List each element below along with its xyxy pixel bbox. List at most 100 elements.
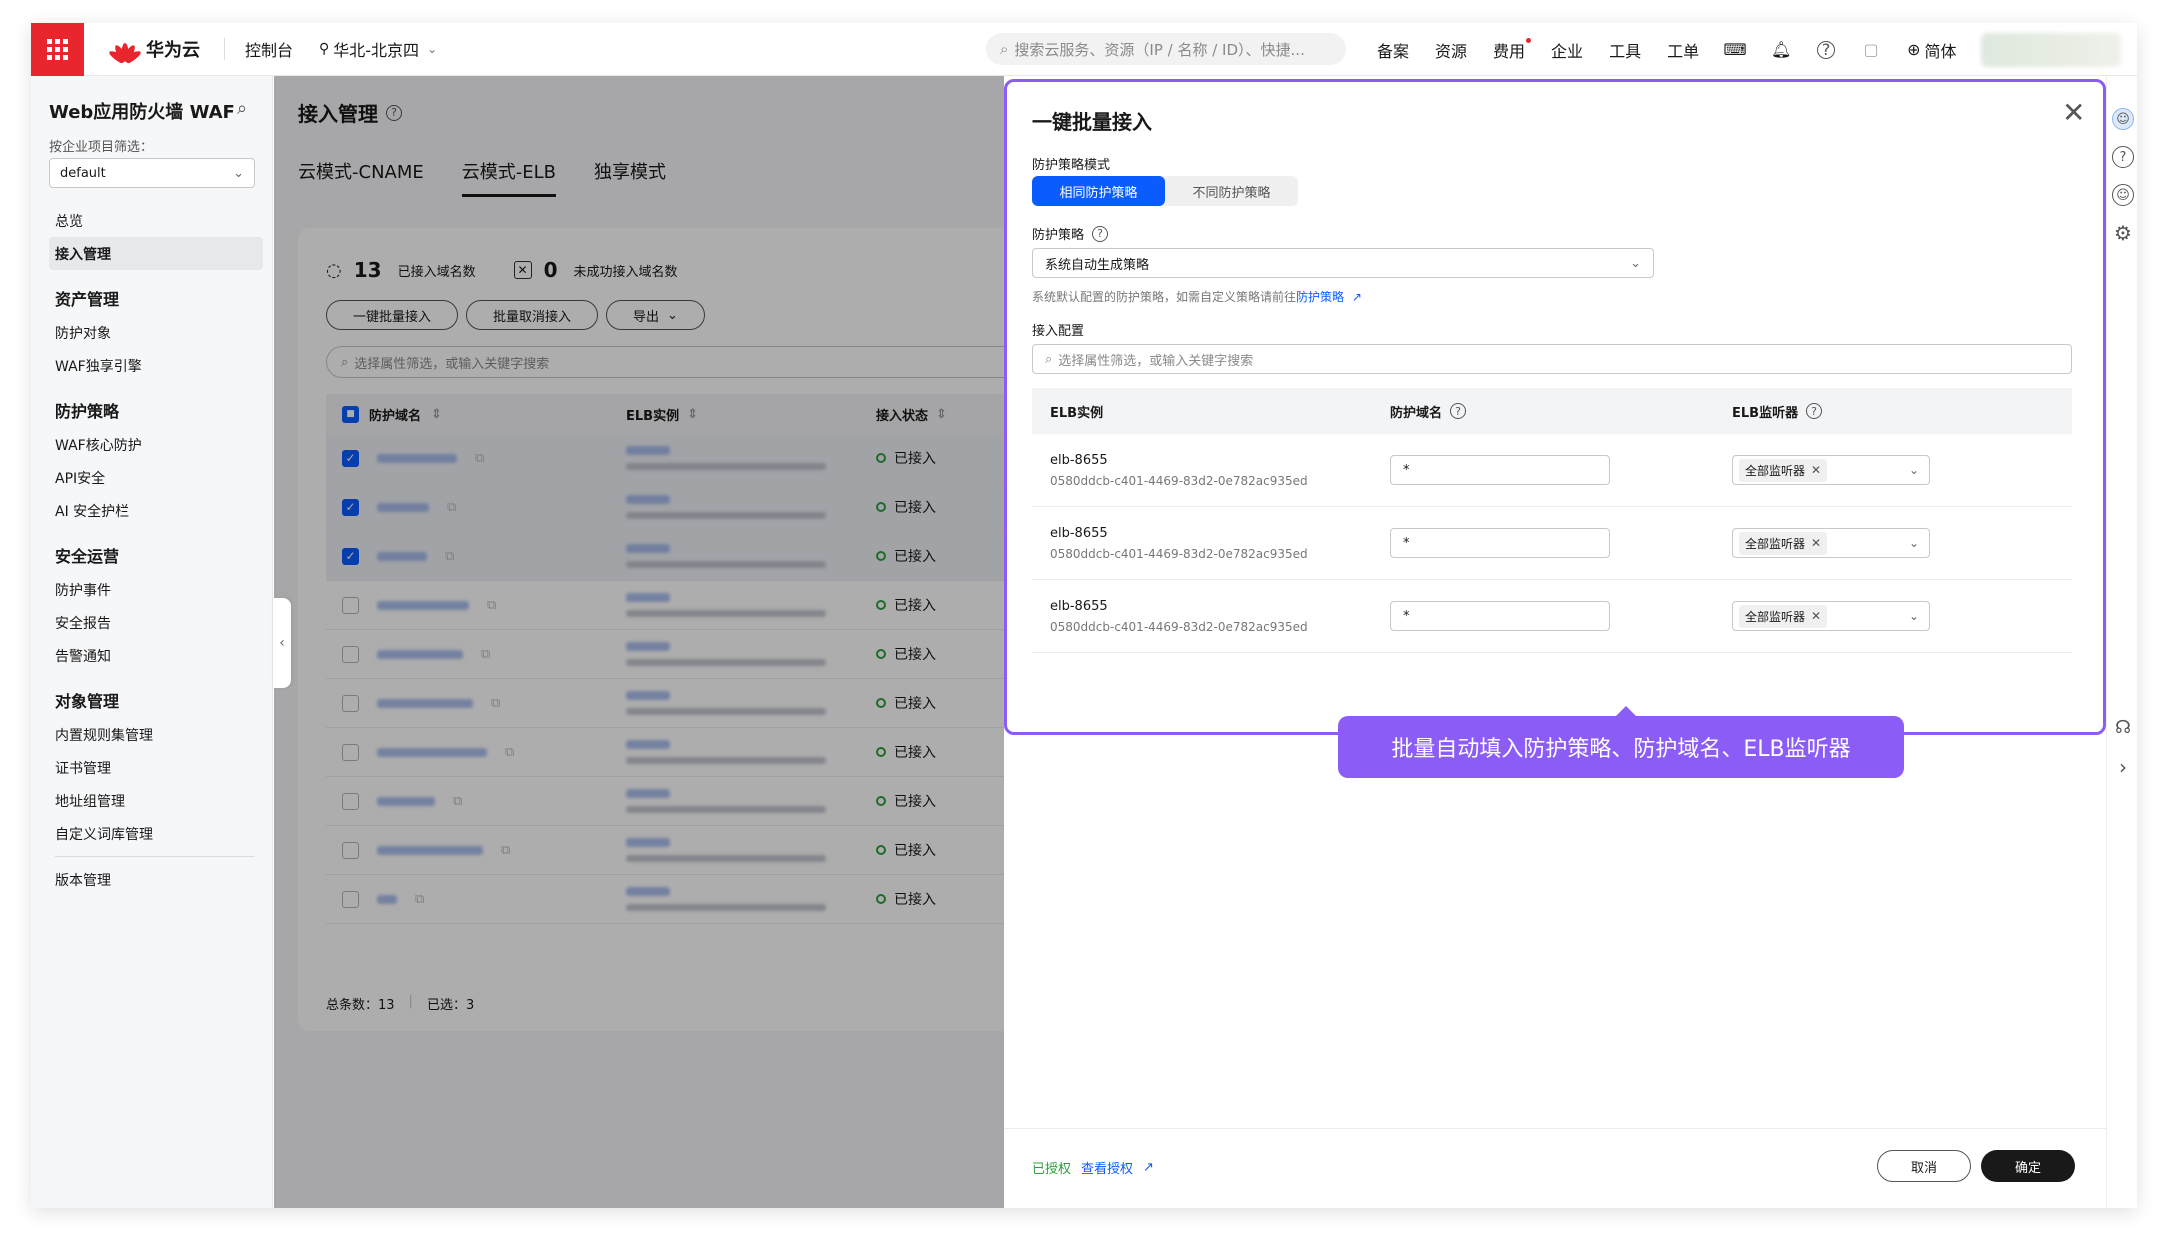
huawei-cloud-logo[interactable]: 华为云 xyxy=(107,36,200,65)
menu-tickets[interactable]: 工单 xyxy=(1667,38,1699,62)
assistant-avatar-icon[interactable]: ☺ xyxy=(2112,108,2134,130)
policy-link[interactable]: 防护策略 xyxy=(1296,290,1344,304)
policy-hint: 系统默认配置的防护策略，如需自定义策略请前往防护策略 ↗ xyxy=(1032,288,1362,305)
sidebar-group-label: 对象管理 xyxy=(55,692,120,711)
sidebar-item[interactable]: 版本管理 xyxy=(49,863,263,896)
help-icon[interactable]: ? xyxy=(2112,146,2134,168)
domain-input[interactable]: * xyxy=(1390,528,1610,558)
confirm-button[interactable]: 确定 xyxy=(1981,1150,2075,1182)
chevron-down-icon: ⌄ xyxy=(427,42,438,56)
console-link[interactable]: 控制台 xyxy=(245,37,293,61)
sidebar-group-label: 资产管理 xyxy=(55,290,120,309)
domain-input[interactable]: * xyxy=(1390,455,1610,485)
sidebar-group-label: 防护策略 xyxy=(55,402,120,421)
column-domain-text: 防护域名 xyxy=(1390,405,1443,421)
menu-tools[interactable]: 工具 xyxy=(1609,38,1641,62)
listener-select[interactable]: 全部监听器 ✕ ⌄ xyxy=(1732,528,1930,558)
help-icon[interactable]: ? xyxy=(1092,225,1109,242)
sidebar-item[interactable]: 证书管理 xyxy=(49,751,263,784)
collapse-sidebar-button[interactable]: ‹ xyxy=(273,598,291,688)
listener-select[interactable]: 全部监听器 ✕ ⌄ xyxy=(1732,601,1930,631)
domain-cell: * xyxy=(1380,528,1728,558)
close-icon[interactable]: ✕ xyxy=(2062,96,2085,129)
help-icon[interactable]: ? xyxy=(1817,40,1836,59)
project-select[interactable]: default ⌄ xyxy=(49,158,255,188)
listener-tag: 全部监听器 ✕ xyxy=(1739,531,1828,555)
sidebar-item[interactable]: 防护事件 xyxy=(49,573,263,606)
config-label: 接入配置 xyxy=(1032,324,1085,339)
cancel-button[interactable]: 取消 xyxy=(1877,1150,1971,1182)
chevron-down-icon: ⌄ xyxy=(233,166,244,181)
mode-segmented-control: 相同防护策略 不同防护策略 xyxy=(1032,176,1298,206)
sidebar-item[interactable]: 防护对象 xyxy=(49,316,263,349)
column-listener-text: ELB监听器 xyxy=(1732,405,1799,421)
service-menu-button[interactable] xyxy=(31,23,84,76)
same-policy-option[interactable]: 相同防护策略 xyxy=(1032,176,1165,206)
listener-tag-label: 全部监听器 xyxy=(1745,609,1806,624)
policy-value: 系统自动生成策略 xyxy=(1045,257,1150,273)
global-search-input[interactable]: ⌕ 搜索云服务、资源（IP / 名称 / ID）、快捷... xyxy=(986,33,1346,65)
sidebar-item[interactable]: 接入管理 xyxy=(49,237,263,270)
menu-billing[interactable]: 费用 xyxy=(1493,37,1532,62)
elb-cell: elb-8655 0580ddcb-c401-4469-83d2-0e782ac9… xyxy=(1032,526,1380,561)
listener-select[interactable]: 全部监听器 ✕ ⌄ xyxy=(1732,455,1930,485)
config-search-input[interactable]: ⌕ 选择属性筛选，或输入关键字搜索 xyxy=(1032,344,2072,374)
chevron-down-icon: ⌄ xyxy=(1630,255,1641,271)
listener-cell: 全部监听器 ✕ ⌄ xyxy=(1728,455,1930,485)
headset-icon[interactable]: ☊ xyxy=(2112,716,2134,738)
bell-icon[interactable]: 🔔︎ xyxy=(1771,40,1791,60)
sidebar-item[interactable]: WAF核心防护 xyxy=(49,428,263,461)
elb-id: 0580ddcb-c401-4469-83d2-0e782ac935ed xyxy=(1050,619,1308,634)
help-icon[interactable]: ? xyxy=(1806,403,1823,419)
terminal-icon[interactable]: ⌨ xyxy=(1724,40,1747,60)
divider xyxy=(1004,1128,2106,1129)
domain-input[interactable]: * xyxy=(1390,601,1610,631)
sidebar-item[interactable]: API安全 xyxy=(49,461,263,494)
user-account-menu[interactable] xyxy=(1981,33,2121,67)
search-icon: ⌕ xyxy=(1045,351,1053,367)
sidebar-item[interactable]: 告警通知 xyxy=(49,639,263,672)
menu-enterprise[interactable]: 企业 xyxy=(1551,38,1583,62)
sidebar-item[interactable]: WAF独享引擎 xyxy=(49,349,263,382)
listener-cell: 全部监听器 ✕ ⌄ xyxy=(1728,601,1930,631)
feedback-icon[interactable]: ▢ xyxy=(1861,40,1881,60)
sidebar-item[interactable]: AI 安全护栏 xyxy=(49,494,263,527)
region-selector[interactable]: ⚲ 华北-北京四 ⌄ xyxy=(319,37,437,61)
policy-select[interactable]: 系统自动生成策略 ⌄ xyxy=(1032,248,1654,278)
brand-name: 华为云 xyxy=(146,40,200,61)
language-selector[interactable]: ⊕ 简体 xyxy=(1907,38,1956,62)
search-icon: ⌕ xyxy=(1000,40,1009,58)
external-link-icon[interactable]: ↗ xyxy=(1143,1160,1154,1175)
search-icon[interactable]: ⌕ xyxy=(237,98,247,119)
listener-tag: 全部监听器 ✕ xyxy=(1739,604,1828,628)
service-title: Web应用防火墙 WAF xyxy=(49,102,235,123)
different-policy-option[interactable]: 不同防护策略 xyxy=(1165,176,1298,206)
top-menu: 备案 资源 费用 企业 工具 工单 ⌨ 🔔︎ ? ▢ ⊕ 简体 xyxy=(1377,23,1957,76)
batch-access-drawer: 一键批量接入 ✕ 防护策略模式 相同防护策略 不同防护策略 防护策略 ? 系统自… xyxy=(1004,76,2106,1208)
config-row: elb-8655 0580ddcb-c401-4469-83d2-0e782ac9… xyxy=(1032,507,2072,580)
config-row: elb-8655 0580ddcb-c401-4469-83d2-0e782ac9… xyxy=(1032,434,2072,507)
authorization-info: 已授权 查看授权 ↗ xyxy=(1032,1158,1154,1177)
sidebar-item[interactable]: 内置规则集管理 xyxy=(49,718,263,751)
close-icon[interactable]: ✕ xyxy=(1811,536,1821,550)
elb-name: elb-8655 xyxy=(1050,598,1108,614)
chevron-down-icon: ⌄ xyxy=(1908,463,1919,477)
sidebar-item[interactable]: 安全报告 xyxy=(49,606,263,639)
external-link-icon[interactable]: ↗ xyxy=(1352,290,1362,304)
smile-feedback-icon[interactable]: ☺ xyxy=(2112,184,2134,206)
sidebar-item[interactable]: 自定义词库管理 xyxy=(49,817,263,850)
settings-gear-icon[interactable]: ⚙ xyxy=(2112,221,2134,245)
elb-cell: elb-8655 0580ddcb-c401-4469-83d2-0e782ac9… xyxy=(1032,599,1380,634)
sidebar-item[interactable]: 总览 xyxy=(49,204,263,237)
chevron-right-icon[interactable]: › xyxy=(2112,755,2134,779)
sidebar-group-label: 安全运营 xyxy=(55,547,120,566)
close-icon[interactable]: ✕ xyxy=(1811,463,1821,477)
close-icon[interactable]: ✕ xyxy=(1811,609,1821,623)
huawei-petal-icon xyxy=(107,37,143,65)
help-icon[interactable]: ? xyxy=(1450,403,1467,419)
menu-beian[interactable]: 备案 xyxy=(1377,38,1409,62)
menu-resources[interactable]: 资源 xyxy=(1435,38,1467,62)
sidebar-item[interactable]: 地址组管理 xyxy=(49,784,263,817)
view-auth-link[interactable]: 查看授权 xyxy=(1081,1158,1133,1177)
hint-text: 系统默认配置的防护策略，如需自定义策略请前往 xyxy=(1032,290,1297,304)
